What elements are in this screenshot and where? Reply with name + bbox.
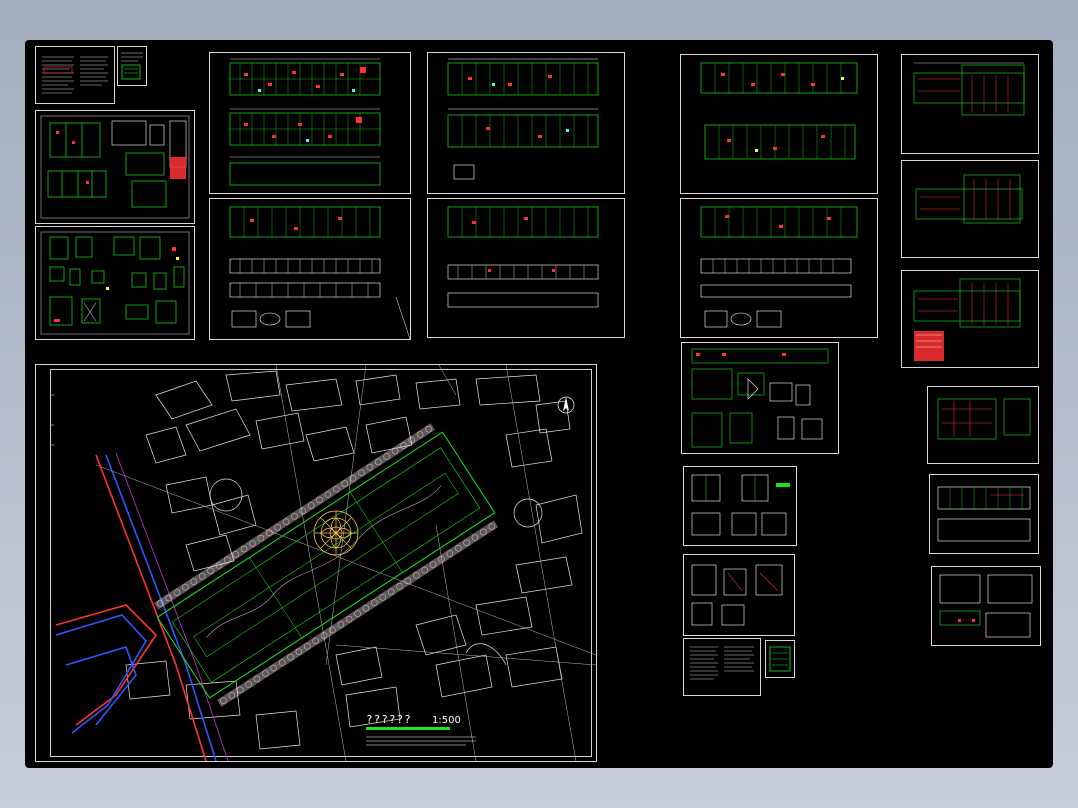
floor-plan-drawing-4 [913, 62, 1025, 116]
detail-drawing-6 [937, 398, 1031, 440]
detail-sheet-1[interactable] [35, 110, 195, 224]
detail-drawing-3 [691, 348, 829, 448]
detail-drawing-1 [40, 115, 190, 219]
floor-plan-drawing-1 [229, 58, 381, 186]
notes-sheet-2[interactable] [683, 638, 761, 696]
floor-plan-sheet-4[interactable] [901, 54, 1039, 154]
elevation-drawing-1 [229, 206, 410, 339]
site-plan-title: ?????? [366, 713, 412, 726]
site-plan-sheet[interactable]: ?????? 1:500 [35, 364, 597, 762]
elevation-sheet-2[interactable] [427, 198, 625, 338]
floor-plan-sheet-3[interactable] [680, 54, 878, 194]
legend-drawing [121, 52, 143, 80]
floor-plan-sheet-1[interactable] [209, 52, 411, 194]
floor-plan-sheet-6[interactable] [901, 270, 1039, 368]
elevation-drawing-3 [700, 206, 858, 328]
legend-drawing-2 [769, 646, 791, 672]
legend-sheet-2[interactable] [765, 640, 795, 678]
section-drawing-1 [937, 486, 1031, 542]
detail-drawing-5 [691, 564, 783, 626]
rosette [313, 510, 359, 556]
design-notes-sheet[interactable] [35, 46, 115, 104]
design-notes-drawing [42, 56, 108, 94]
floor-plan-drawing-5 [915, 174, 1023, 224]
notes-drawing-2 [690, 646, 754, 680]
site-plan-drawing [50, 365, 596, 761]
detail-sheet-4[interactable] [683, 466, 797, 546]
detail-sheet-6[interactable] [927, 386, 1039, 464]
floor-plan-drawing-6 [913, 278, 1021, 361]
legend-sheet[interactable] [117, 46, 147, 86]
floor-plan-sheet-5[interactable] [901, 160, 1039, 258]
detail-sheet-2[interactable] [35, 226, 195, 340]
elevation-drawing-4 [939, 574, 1033, 638]
site-plan-title-underline [366, 727, 450, 730]
floor-plan-drawing-3 [700, 62, 858, 160]
section-sheet-1[interactable] [929, 474, 1039, 554]
cad-drawing-canvas[interactable]: ?????? 1:500 [25, 40, 1053, 768]
site-plan-scale: 1:500 [432, 715, 461, 726]
detail-sheet-3[interactable] [681, 342, 839, 454]
detail-sheet-5[interactable] [683, 554, 795, 636]
elevation-sheet-3[interactable] [680, 198, 878, 338]
north-arrow [557, 396, 575, 414]
floor-plan-sheet-2[interactable] [427, 52, 625, 194]
elevation-drawing-2 [447, 206, 599, 308]
detail-drawing-4 [691, 474, 790, 536]
elevation-sheet-4[interactable] [931, 566, 1041, 646]
detail-drawing-2 [40, 231, 190, 335]
elevation-sheet-1[interactable] [209, 198, 411, 340]
floor-plan-drawing-2 [447, 58, 599, 180]
